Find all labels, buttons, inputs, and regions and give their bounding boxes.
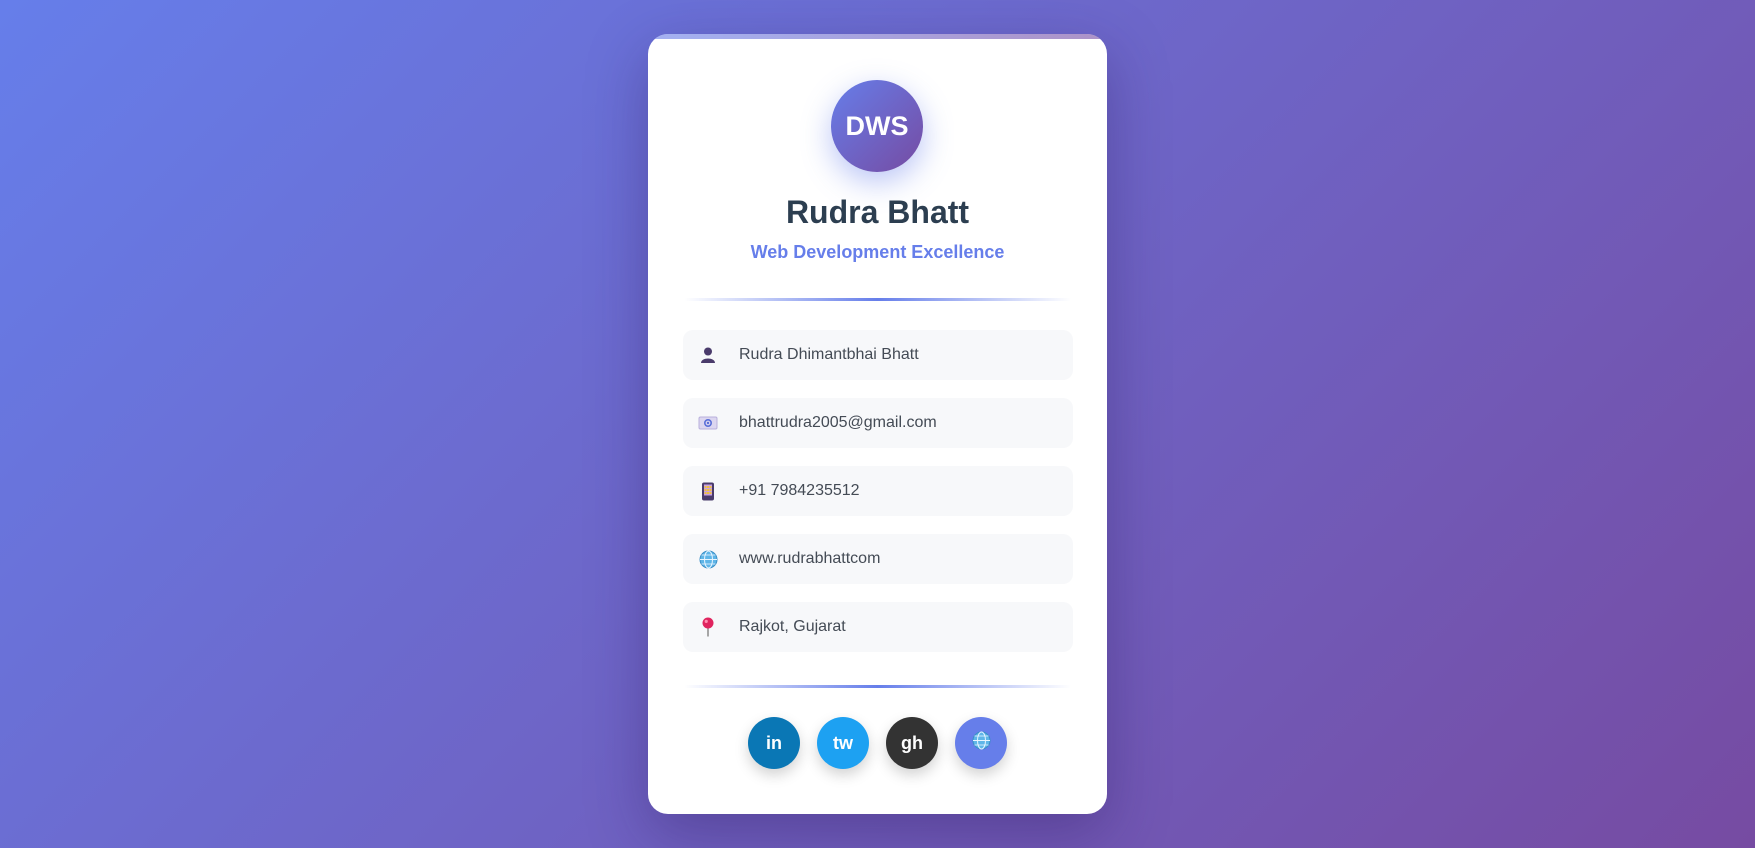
linkedin-button[interactable]: in — [748, 717, 800, 769]
info-item-phone[interactable]: +91 7984235512 — [683, 466, 1073, 516]
location-pin-icon — [697, 616, 719, 638]
globe-icon — [972, 731, 991, 755]
card-name: Rudra Bhatt — [785, 194, 970, 230]
card-tagline: Web Development Excellence — [750, 242, 1005, 262]
info-item-name: Rudra Dhimantbhai Bhatt — [683, 330, 1073, 380]
website-button[interactable] — [955, 717, 1007, 769]
contact-info-list: Rudra Dhimantbhai Bhatt bhattrudra2005@g… — [683, 330, 1073, 670]
info-text: Rudra Dhimantbhai Bhatt — [739, 346, 919, 363]
info-text: +91 7984235512 — [739, 482, 860, 499]
linkedin-label: in — [766, 732, 782, 753]
info-item-email[interactable]: bhattrudra2005@gmail.com — [683, 398, 1073, 448]
info-item-website[interactable]: www.rudrabhattcom — [683, 534, 1073, 584]
email-icon — [697, 412, 719, 434]
twitter-button[interactable]: tw — [817, 717, 869, 769]
info-text: www.rudrabhattcom — [739, 550, 881, 567]
phone-icon — [697, 480, 719, 502]
social-links: in tw gh — [648, 717, 1107, 769]
person-icon — [697, 344, 719, 366]
github-label: gh — [901, 732, 923, 753]
globe-icon — [697, 548, 719, 570]
card-accent-bar — [648, 34, 1107, 39]
logo-badge: DWS — [831, 80, 923, 172]
divider-bottom — [684, 685, 1071, 688]
divider-top — [684, 298, 1071, 301]
twitter-label: tw — [833, 732, 853, 753]
github-button[interactable]: gh — [886, 717, 938, 769]
info-item-location: Rajkot, Gujarat — [683, 602, 1073, 652]
business-card: DWS Rudra Bhatt Web Development Excellen… — [648, 34, 1107, 814]
info-text: Rajkot, Gujarat — [739, 618, 846, 635]
logo-text: DWS — [845, 110, 909, 141]
info-text: bhattrudra2005@gmail.com — [739, 414, 937, 431]
